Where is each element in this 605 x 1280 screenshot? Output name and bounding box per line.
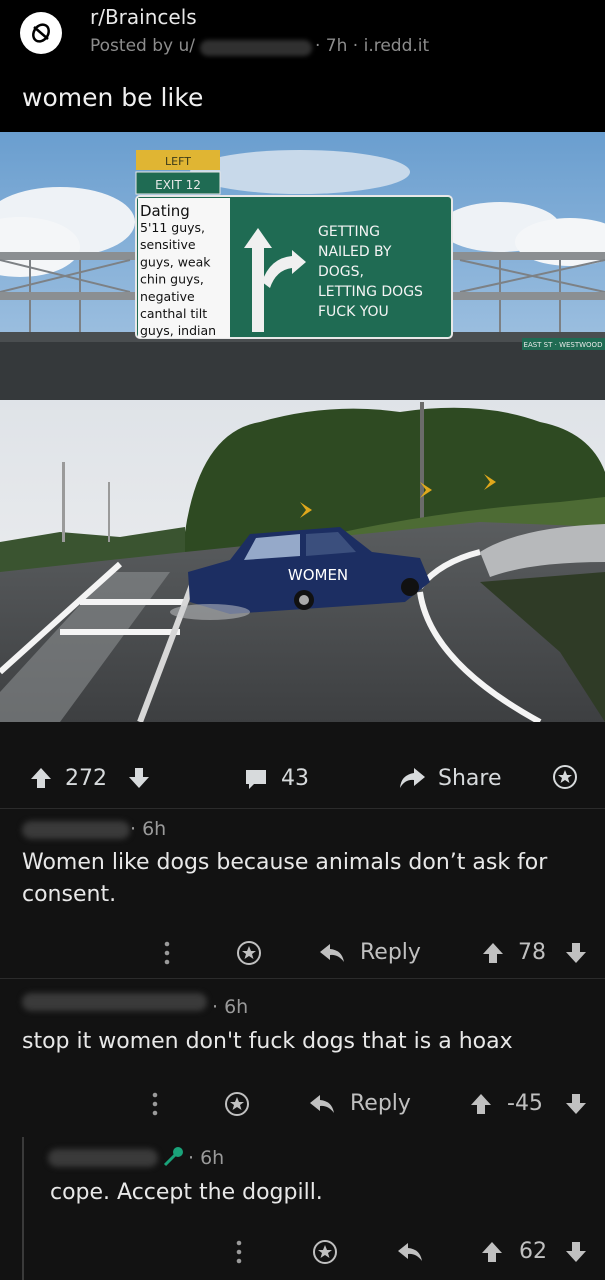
sign-left-line: sensitive bbox=[140, 237, 196, 252]
comment-body: stop it women don't fuck dogs that is a … bbox=[22, 1029, 513, 1054]
posted-by-label: Posted by u/ bbox=[90, 36, 195, 56]
sign-right-line: LETTING DOGS bbox=[318, 284, 423, 300]
comment-icon[interactable] bbox=[244, 768, 268, 794]
upvote-icon[interactable] bbox=[30, 766, 52, 794]
comment-time: · 6h bbox=[212, 996, 249, 1018]
subreddit-name[interactable]: r/Braincels bbox=[90, 5, 197, 29]
share-icon[interactable] bbox=[398, 766, 426, 794]
award-icon[interactable] bbox=[552, 764, 578, 794]
comment: · 6h cope. Accept the dogpill. 62 bbox=[0, 1129, 605, 1280]
comment: · 6h Women like dogs because animals don… bbox=[0, 809, 605, 978]
sign-exit-label: EXIT 12 bbox=[155, 178, 201, 192]
post-image[interactable]: LEFT EXIT 12 Dating 5'11 guys, sensitive gu… bbox=[0, 132, 605, 722]
downvote-icon[interactable] bbox=[565, 1092, 587, 1120]
sign-right-line: GETTING bbox=[318, 224, 380, 240]
comment-author-redacted[interactable] bbox=[48, 1149, 158, 1167]
reply-button[interactable]: Reply bbox=[360, 940, 421, 965]
comment-score: 78 bbox=[518, 940, 546, 965]
sign-left-line: guys, indian bbox=[140, 323, 216, 338]
car-label: WOMEN bbox=[288, 566, 348, 584]
award-icon[interactable] bbox=[236, 940, 262, 970]
post-action-bar: 272 43 Share bbox=[0, 722, 605, 808]
username-redacted bbox=[200, 40, 312, 56]
meme-bottom-panel: WOMEN bbox=[0, 400, 605, 722]
comment-author-redacted[interactable] bbox=[22, 993, 207, 1011]
share-button[interactable]: Share bbox=[438, 766, 502, 791]
post-meta: · 7h · i.redd.it bbox=[315, 36, 430, 56]
small-sign-text: EAST ST · WESTWOOD bbox=[524, 341, 603, 349]
award-icon[interactable] bbox=[224, 1091, 250, 1121]
comment-count[interactable]: 43 bbox=[281, 766, 309, 791]
upvote-count: 272 bbox=[65, 766, 107, 791]
more-icon[interactable] bbox=[164, 940, 170, 970]
comment-body: Women like dogs because animals don’t as… bbox=[22, 850, 548, 907]
sign-top-label: LEFT bbox=[165, 155, 191, 168]
post-header: r/Braincels Posted by u/ · 7h · i.redd.i… bbox=[0, 0, 605, 132]
award-icon[interactable] bbox=[312, 1239, 338, 1269]
downvote-icon[interactable] bbox=[565, 1240, 587, 1268]
reply-icon[interactable] bbox=[308, 1093, 336, 1119]
sign-right-line: NAILED BY bbox=[318, 244, 392, 260]
reply-icon[interactable] bbox=[396, 1241, 424, 1267]
comment-score: -45 bbox=[507, 1091, 543, 1116]
thread-line bbox=[22, 1137, 24, 1280]
sign-left-line: Dating bbox=[140, 202, 190, 220]
sign-right-line: DOGS, bbox=[318, 264, 364, 280]
reply-button[interactable]: Reply bbox=[350, 1091, 411, 1116]
comment-score: 62 bbox=[519, 1239, 547, 1264]
sign-left-line: chin guys, bbox=[140, 272, 204, 287]
upvote-icon[interactable] bbox=[481, 1240, 503, 1268]
upvote-icon[interactable] bbox=[482, 941, 504, 969]
sign-left-line: canthal tilt bbox=[140, 306, 207, 321]
downvote-icon[interactable] bbox=[128, 766, 150, 794]
downvote-icon[interactable] bbox=[565, 941, 587, 969]
comment-time: · 6h bbox=[130, 818, 167, 840]
sign-right-line: FUCK YOU bbox=[318, 304, 389, 320]
comment-author-redacted[interactable] bbox=[22, 821, 130, 839]
sign-left-line: 5'11 guys, bbox=[140, 220, 205, 235]
comment: · 6h stop it women don't fuck dogs that … bbox=[0, 979, 605, 1129]
comment-body: cope. Accept the dogpill. bbox=[50, 1180, 323, 1205]
meme-top-panel: LEFT EXIT 12 Dating5'11 guys, sensitive gu… bbox=[0, 132, 605, 400]
reply-icon[interactable] bbox=[318, 942, 346, 968]
sign-left-line: negative bbox=[140, 289, 195, 304]
comment-time: · 6h bbox=[188, 1147, 225, 1169]
more-icon[interactable] bbox=[236, 1239, 242, 1269]
more-icon[interactable] bbox=[152, 1091, 158, 1121]
flair-icon bbox=[162, 1145, 186, 1171]
post-title[interactable]: women be like bbox=[22, 83, 203, 112]
subreddit-icon[interactable] bbox=[20, 12, 62, 54]
upvote-icon[interactable] bbox=[470, 1092, 492, 1120]
sign-left-line: guys, weak bbox=[140, 254, 211, 269]
